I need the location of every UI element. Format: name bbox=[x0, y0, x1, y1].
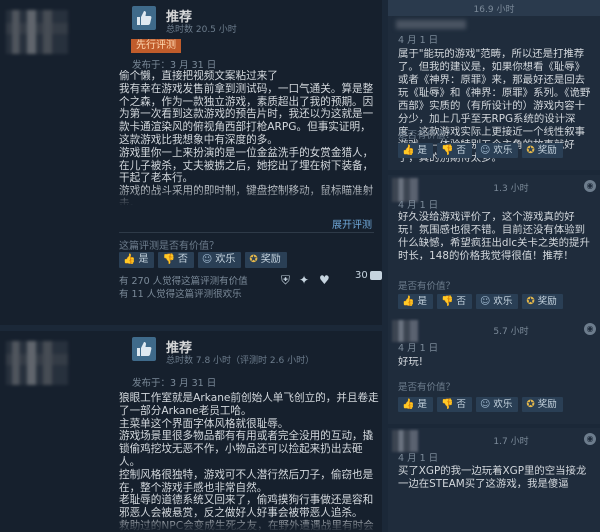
comment-hours: 1.3 小时 bbox=[493, 184, 529, 194]
funny-count: 有 11 人觉得这篇评测很欢乐 bbox=[119, 289, 242, 300]
vote-no-button[interactable]: 👎 否 bbox=[436, 143, 472, 158]
comment-hours: 16.9 小时 bbox=[473, 5, 515, 15]
vote-buttons: 👍 是 👎 否 ☺ 欢乐 ✪ 奖励 bbox=[119, 252, 287, 268]
thumbs-up-icon: 👍 bbox=[402, 399, 415, 410]
thumbs-up-icon bbox=[132, 337, 156, 361]
comment-date: 4 月 1 日 bbox=[398, 35, 439, 46]
comment-date: 4 月 1 日 bbox=[398, 453, 439, 464]
review-text: 狼眼工作室就是Arkane前创始人单飞创立的，并且卷走了一部分Arkane老员工… bbox=[119, 392, 379, 532]
vote-funny-button[interactable]: ☺ 欢乐 bbox=[475, 143, 519, 158]
early-access-badge: 先行评测 bbox=[131, 39, 181, 53]
helpful-question: 这篇评测是否有价值？ bbox=[119, 241, 219, 252]
commenter-name-blurred[interactable] bbox=[396, 20, 466, 29]
comment-2: 1.3 小时 ◉ 4 月 1 日 好久没给游戏评价了，这个游戏真的好玩！氛围感也… bbox=[388, 175, 600, 318]
comment-date: 4 月 1 日 bbox=[398, 343, 439, 354]
review-text-fade bbox=[119, 185, 381, 207]
award-icon: ✪ bbox=[526, 399, 535, 410]
vote-no-button[interactable]: 👎 否 bbox=[436, 397, 472, 412]
comment-icon bbox=[369, 271, 382, 280]
vote-funny-button[interactable]: ☺ 欢乐 bbox=[475, 397, 519, 412]
award-button[interactable]: ✪ 奖励 bbox=[522, 294, 563, 309]
thumbs-down-icon: 👎 bbox=[440, 399, 454, 410]
thumbs-up-icon: 👍 bbox=[123, 254, 136, 265]
comment-vote-buttons: 👍 是 👎 否 ☺ 欢乐 ✪ 奖励 bbox=[398, 294, 563, 309]
comment-hours: 5.7 小时 bbox=[493, 327, 529, 337]
vote-yes-button[interactable]: 👍 是 bbox=[398, 294, 433, 309]
thumbs-down-icon: 👎 bbox=[440, 296, 454, 307]
comment-hours: 1.7 小时 bbox=[493, 437, 529, 447]
thumbs-down-icon: 👎 bbox=[162, 254, 175, 265]
vote-yes-button[interactable]: 👍 是 bbox=[398, 143, 433, 158]
helpful-count: 有 270 人觉得这篇评测有价值 bbox=[119, 276, 248, 287]
divider bbox=[119, 232, 374, 233]
reviewer-avatar-blurred[interactable] bbox=[6, 10, 68, 54]
award-icon: ✪ bbox=[526, 145, 535, 156]
review-posted-date: 发布于：3 月 31 日 bbox=[132, 60, 217, 71]
smile-icon: ☺ bbox=[479, 145, 491, 156]
smile-icon: ☺ bbox=[479, 399, 491, 410]
thumbs-down-icon: 👎 bbox=[440, 145, 454, 156]
review-card-1: 推荐 总时数 20.5 小时 先行评测 发布于：3 月 31 日 偷个懒，直接把… bbox=[0, 0, 382, 325]
vote-yes-button[interactable]: 👍 是 bbox=[119, 252, 155, 268]
award-icon: ✪ bbox=[526, 296, 535, 307]
comment-text: 买了XGP的我一边玩着XGP里的空当接龙一边在STEAM买了这游戏，我是傻逼 bbox=[398, 465, 587, 490]
award-icon-wings: ✦ bbox=[299, 273, 310, 287]
comment-vote-buttons: 👍 是 👎 否 ☺ 欢乐 ✪ 奖励 bbox=[398, 143, 563, 158]
vote-funny-button[interactable]: ☺ 欢乐 bbox=[475, 294, 519, 309]
review-posted-date: 发布于：3 月 31 日 bbox=[132, 378, 217, 389]
award-icon-heart: ♥ bbox=[319, 273, 330, 287]
commenter-avatar-blurred[interactable] bbox=[392, 430, 418, 452]
vote-funny-button[interactable]: ☺ 欢乐 bbox=[197, 252, 242, 268]
comment-date: 4 月 1 日 bbox=[398, 200, 439, 211]
thumbs-up-icon: 👍 bbox=[402, 296, 415, 307]
comment-1: 16.9 小时 4 月 1 日 属于"能玩的游戏"范畴，所以还是打推荐了。但我的… bbox=[388, 0, 600, 170]
comment-header: 16.9 小时 bbox=[388, 0, 600, 16]
steam-icon: ◉ bbox=[584, 433, 596, 445]
steam-icon: ◉ bbox=[584, 323, 596, 335]
review-text-fade bbox=[119, 516, 381, 532]
comment-text: 好玩! bbox=[398, 356, 423, 368]
award-icon: ✪ bbox=[249, 254, 258, 265]
award-button[interactable]: ✪ 奖励 bbox=[522, 143, 563, 158]
thumbs-up-icon: 👍 bbox=[402, 145, 415, 156]
vote-no-button[interactable]: 👎 否 bbox=[436, 294, 472, 309]
comment-header: 1.7 小时 bbox=[422, 432, 600, 447]
steam-icon: ◉ bbox=[584, 180, 596, 192]
comment-count-button[interactable]: 30 bbox=[355, 270, 382, 281]
review-card-2: 推荐 总时数 7.8 小时（评测时 2.6 小时） 发布于：3 月 31 日 狼… bbox=[0, 331, 382, 532]
comment-helpful-question: 是否有价值？ bbox=[398, 130, 456, 141]
expand-review-link[interactable]: 展开评测 bbox=[332, 216, 372, 231]
commenter-avatar-blurred[interactable] bbox=[392, 320, 418, 342]
comment-header: 1.3 小时 bbox=[422, 179, 600, 194]
smile-icon: ☺ bbox=[201, 254, 213, 265]
vote-yes-button[interactable]: 👍 是 bbox=[398, 397, 433, 412]
award-icon-shield: ⛨ bbox=[281, 273, 291, 287]
comment-vote-buttons: 👍 是 👎 否 ☺ 欢乐 ✪ 奖励 bbox=[398, 397, 563, 412]
award-button[interactable]: ✪ 奖励 bbox=[245, 252, 287, 268]
comment-4: 1.7 小时 ◉ 4 月 1 日 买了XGP的我一边玩着XGP里的空当接龙一边在… bbox=[388, 428, 600, 532]
comment-3: 5.7 小时 ◉ 4 月 1 日 好玩! 是否有价值？ 👍 是 👎 否 ☺ 欢乐 ✪ 奖… bbox=[388, 318, 600, 424]
thumbs-up-icon bbox=[132, 6, 156, 30]
comment-helpful-question: 是否有价值？ bbox=[398, 281, 456, 292]
comment-text: 好久没给游戏评价了，这个游戏真的好玩！氛围感也很不错。目前还没有体验到什么缺憾，… bbox=[398, 211, 590, 262]
review-hours: 总时数 7.8 小时（评测时 2.6 小时） bbox=[166, 356, 315, 366]
review-hours: 总时数 20.5 小时 bbox=[166, 25, 237, 35]
award-button[interactable]: ✪ 奖励 bbox=[522, 397, 563, 412]
comment-header: 5.7 小时 bbox=[422, 322, 600, 337]
vote-no-button[interactable]: 👎 否 bbox=[158, 252, 194, 268]
comment-helpful-question: 是否有价值？ bbox=[398, 382, 456, 393]
reviewer-avatar-blurred[interactable] bbox=[6, 341, 68, 385]
smile-icon: ☺ bbox=[479, 296, 491, 307]
comment-count: 30 bbox=[355, 270, 368, 281]
